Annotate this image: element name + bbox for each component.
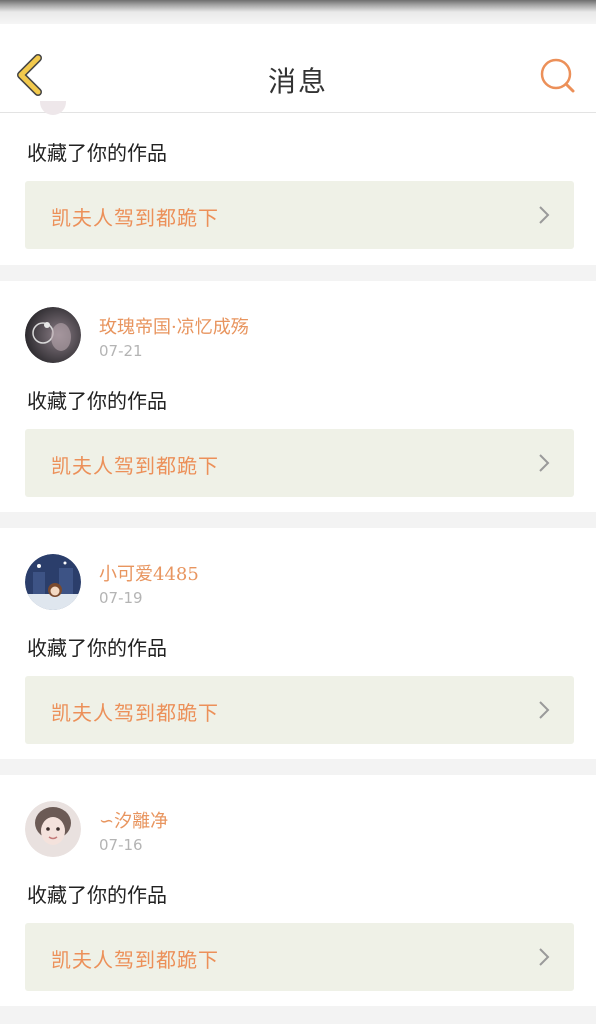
search-icon xyxy=(540,58,575,93)
list-item: 玫瑰帝国·凉忆成殇 07-21 收藏了你的作品 凯夫人驾到都跪下 xyxy=(0,281,596,512)
timestamp: 07-21 xyxy=(99,342,143,360)
divider xyxy=(0,759,596,775)
username[interactable]: 小可爱4485 xyxy=(99,560,199,586)
work-link[interactable]: 凯夫人驾到都跪下 xyxy=(25,923,574,991)
notification-action: 收藏了你的作品 xyxy=(27,389,167,413)
chevron-right-icon xyxy=(539,948,550,966)
notification-list: 收藏了你的作品 凯夫人驾到都跪下 玫瑰帝国·凉忆成殇 07-21 收藏了你的作品… xyxy=(0,101,596,1022)
notification-action: 收藏了你的作品 xyxy=(27,636,167,660)
notification-action: 收藏了你的作品 xyxy=(27,883,167,907)
avatar xyxy=(40,101,66,115)
page-title: 消息 xyxy=(267,65,328,98)
chevron-right-icon xyxy=(539,701,550,719)
search-button[interactable] xyxy=(536,54,580,98)
divider xyxy=(0,512,596,528)
divider xyxy=(0,265,596,281)
username[interactable]: ∽汐離净 xyxy=(99,807,168,833)
work-link[interactable]: 凯夫人驾到都跪下 xyxy=(25,181,574,249)
list-item: 小可爱4485 07-19 收藏了你的作品 凯夫人驾到都跪下 xyxy=(0,528,596,759)
avatar[interactable] xyxy=(25,307,81,363)
avatar[interactable] xyxy=(25,801,81,857)
top-bar: 消息 xyxy=(0,24,596,113)
list-item: ∽汐離净 07-16 收藏了你的作品 凯夫人驾到都跪下 xyxy=(0,775,596,1006)
work-title: 凯夫人驾到都跪下 xyxy=(51,701,219,725)
list-item: 收藏了你的作品 凯夫人驾到都跪下 xyxy=(0,101,596,265)
work-link[interactable]: 凯夫人驾到都跪下 xyxy=(25,676,574,744)
divider xyxy=(0,1006,596,1022)
work-title: 凯夫人驾到都跪下 xyxy=(51,948,219,972)
chevron-right-icon xyxy=(539,454,550,472)
work-title: 凯夫人驾到都跪下 xyxy=(51,454,219,478)
avatar[interactable] xyxy=(25,554,81,610)
timestamp: 07-16 xyxy=(99,836,143,854)
notification-action: 收藏了你的作品 xyxy=(27,141,167,165)
work-title: 凯夫人驾到都跪下 xyxy=(51,206,219,230)
status-bar xyxy=(0,0,596,24)
username[interactable]: 玫瑰帝国·凉忆成殇 xyxy=(99,313,249,339)
chevron-right-icon xyxy=(539,206,550,224)
work-link[interactable]: 凯夫人驾到都跪下 xyxy=(25,429,574,497)
timestamp: 07-19 xyxy=(99,589,143,607)
